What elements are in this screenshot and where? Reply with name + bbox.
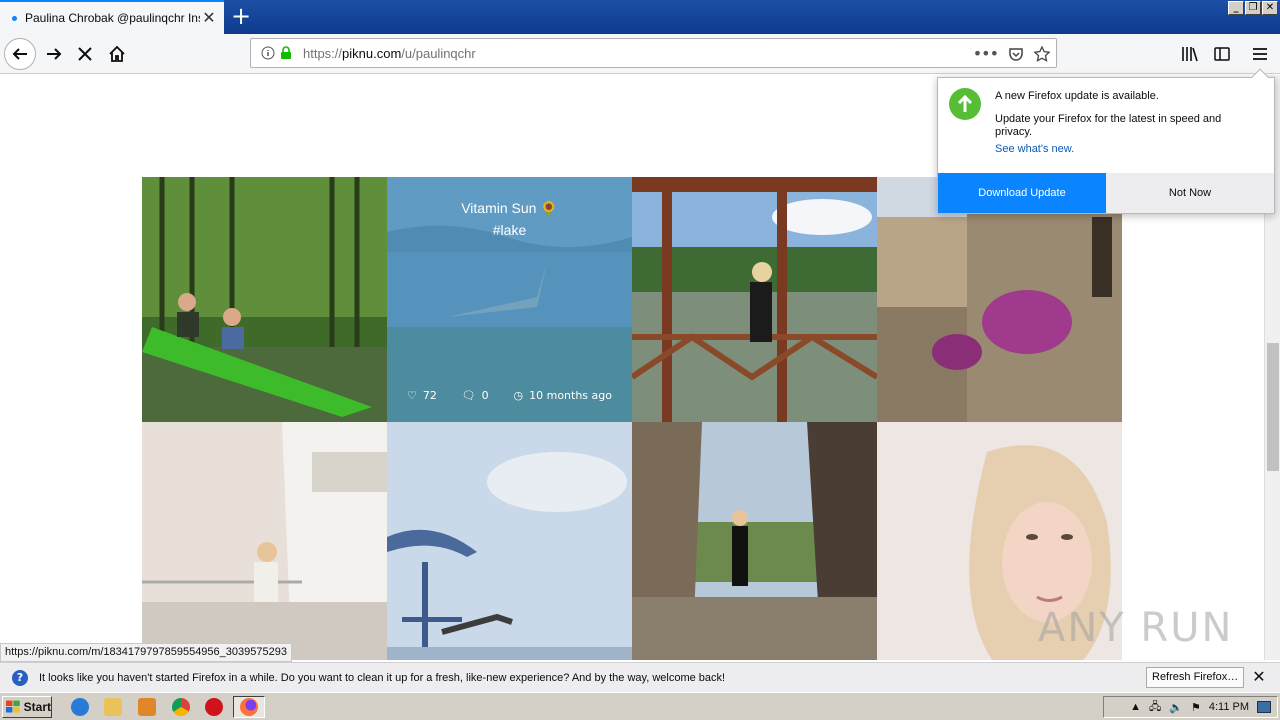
tab-strip: Paulina Chrobak @paulinqchr Insta ✕ + _ … bbox=[0, 0, 1280, 34]
photo-kayak-image bbox=[142, 177, 387, 422]
back-button[interactable] bbox=[4, 38, 36, 70]
update-heading: A new Firefox update is available. bbox=[995, 90, 1159, 102]
home-button[interactable] bbox=[101, 38, 133, 70]
refresh-notification-bar: ? It looks like you haven't started Fire… bbox=[0, 662, 1280, 692]
whats-new-link[interactable]: See what's new. bbox=[995, 143, 1255, 156]
media-player-icon[interactable] bbox=[138, 698, 156, 716]
refresh-firefox-button[interactable]: Refresh Firefox… bbox=[1146, 667, 1245, 688]
network-icon[interactable]: 🖧 bbox=[1149, 698, 1161, 717]
navigation-toolbar: https://piknu.com/u/paulinqchr ••• bbox=[0, 34, 1280, 74]
tab-title: Paulina Chrobak @paulinqchr Insta bbox=[25, 11, 200, 25]
window-close-icon[interactable]: ✕ bbox=[1262, 1, 1278, 15]
photo-caption: Vitamin Sun 🌻 #lake bbox=[461, 200, 558, 238]
new-tab-icon[interactable]: + bbox=[226, 3, 256, 31]
likes-stat: ♡ 72 bbox=[407, 389, 437, 402]
firefox-icon bbox=[240, 698, 258, 716]
page-actions-icon[interactable]: ••• bbox=[973, 44, 999, 63]
windows-taskbar: Start ▲ 🖧 🔈 ⚑ 4:11 PM bbox=[0, 692, 1280, 720]
clock[interactable]: 4:11 PM bbox=[1209, 701, 1249, 713]
internet-explorer-icon[interactable] bbox=[71, 698, 89, 716]
status-link-preview: https://piknu.com/m/1834179797859554956_… bbox=[0, 643, 292, 662]
info-icon: ? bbox=[12, 669, 28, 686]
tray-expand-icon[interactable]: ▲ bbox=[1130, 701, 1141, 713]
stop-icon bbox=[78, 47, 92, 61]
time-stat: ◷ 10 months ago bbox=[513, 389, 613, 402]
photo-kayak[interactable] bbox=[142, 177, 387, 422]
update-text: A new Firefox update is available. Updat… bbox=[995, 90, 1255, 166]
tab-active[interactable]: Paulina Chrobak @paulinqchr Insta ✕ bbox=[0, 0, 224, 34]
library-button[interactable] bbox=[1174, 38, 1206, 70]
comments-stat: 🗨 0 bbox=[461, 389, 489, 402]
lock-icon[interactable] bbox=[279, 46, 293, 60]
forward-arrow-icon bbox=[47, 48, 62, 60]
clock-icon: ◷ bbox=[513, 389, 524, 402]
site-info-icon[interactable] bbox=[261, 46, 275, 60]
sidebar-button[interactable] bbox=[1206, 38, 1238, 70]
photo-lake[interactable]: Vitamin Sun 🌻 #lake ♡ 72 🗨 0 ◷ 10 months ag… bbox=[387, 177, 632, 422]
url-text: https://piknu.com/u/paulinqchr bbox=[303, 45, 476, 61]
photo-yacht[interactable] bbox=[142, 422, 387, 660]
pocket-icon[interactable] bbox=[1008, 46, 1024, 62]
photo-hover-overlay: Vitamin Sun 🌻 #lake ♡ 72 🗨 0 ◷ 10 months ag… bbox=[387, 177, 632, 422]
notification-message: It looks like you haven't started Firefo… bbox=[39, 671, 726, 684]
hamburger-menu-icon bbox=[1253, 48, 1267, 60]
show-desktop-icon[interactable] bbox=[1257, 701, 1271, 713]
photo-stats: ♡ 72 🗨 0 ◷ 10 months ago bbox=[407, 389, 612, 402]
download-update-button[interactable]: Download Update bbox=[938, 173, 1106, 213]
not-now-button[interactable]: Not Now bbox=[1106, 173, 1274, 213]
start-button[interactable]: Start bbox=[2, 696, 52, 718]
update-body: Update your Firefox for the latest in sp… bbox=[995, 113, 1222, 138]
photo-ruins[interactable] bbox=[632, 422, 877, 660]
windows-logo-icon bbox=[6, 700, 20, 713]
loading-indicator-icon bbox=[12, 15, 17, 21]
tab-close-icon[interactable]: ✕ bbox=[200, 9, 218, 27]
forward-button[interactable] bbox=[38, 38, 70, 70]
start-label: Start bbox=[23, 700, 51, 714]
watermark: ANY RUN bbox=[1038, 605, 1234, 651]
sidebar-icon bbox=[1214, 47, 1230, 61]
firefox-task-button[interactable] bbox=[233, 696, 265, 718]
scrollbar-thumb[interactable] bbox=[1267, 343, 1279, 471]
bookmark-star-icon[interactable] bbox=[1034, 45, 1050, 62]
flag-icon[interactable]: ⚑ bbox=[1191, 701, 1201, 714]
folder-icon[interactable] bbox=[104, 698, 122, 716]
chrome-icon[interactable] bbox=[172, 698, 190, 716]
update-panel: A new Firefox update is available. Updat… bbox=[937, 68, 1275, 214]
library-icon bbox=[1182, 47, 1198, 62]
heart-icon: ♡ bbox=[407, 389, 417, 402]
system-tray: ▲ 🖧 🔈 ⚑ 4:11 PM bbox=[1103, 696, 1278, 718]
update-arrow-icon bbox=[949, 88, 981, 120]
photo-yacht-image bbox=[142, 422, 387, 660]
menu-button[interactable] bbox=[1244, 38, 1276, 70]
photo-pool-image bbox=[387, 422, 632, 660]
photo-pool[interactable] bbox=[387, 422, 632, 660]
opera-icon[interactable] bbox=[205, 698, 223, 716]
photo-grid: Vitamin Sun 🌻 #lake ♡ 72 🗨 0 ◷ 10 months ag… bbox=[142, 177, 1122, 660]
restore-icon[interactable]: ❐ bbox=[1245, 1, 1261, 15]
window-controls: _ ❐ ✕ bbox=[1228, 1, 1278, 15]
photo-gazebo-image bbox=[632, 177, 877, 422]
volume-icon[interactable]: 🔈 bbox=[1169, 701, 1183, 714]
minimize-icon[interactable]: _ bbox=[1228, 1, 1244, 15]
back-arrow-icon bbox=[12, 48, 27, 60]
address-bar[interactable]: https://piknu.com/u/paulinqchr ••• bbox=[250, 38, 1057, 68]
home-icon bbox=[109, 45, 125, 62]
photo-gazebo[interactable] bbox=[632, 177, 877, 422]
comment-icon: 🗨 bbox=[461, 389, 476, 402]
photo-ruins-image bbox=[632, 422, 877, 660]
stop-button[interactable] bbox=[69, 38, 101, 70]
notification-close-icon[interactable]: ✕ bbox=[1250, 668, 1268, 686]
